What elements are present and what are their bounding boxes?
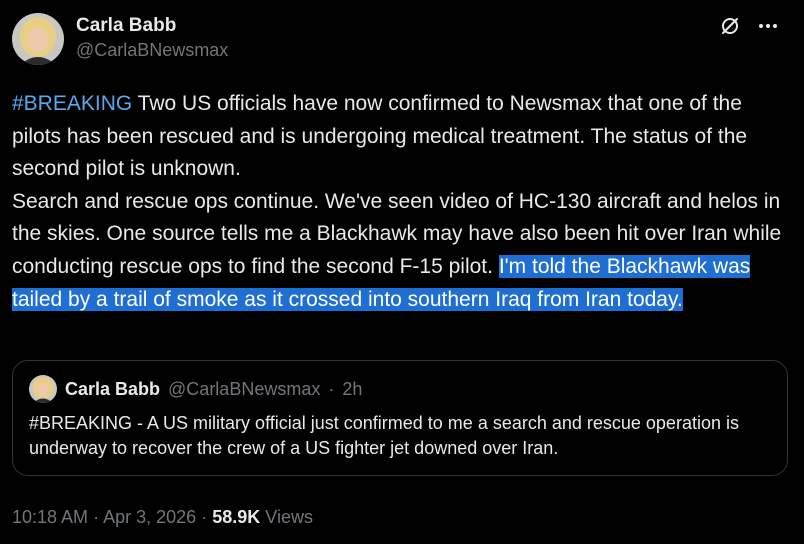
post-date[interactable]: Apr 3, 2026	[103, 507, 196, 527]
more-horizontal-icon[interactable]	[756, 14, 780, 38]
views-label: Views	[265, 507, 313, 527]
author-handle[interactable]: @CarlaBNewsmax	[76, 38, 228, 62]
quoted-author-avatar	[29, 375, 57, 403]
quoted-author-handle: @CarlaBNewsmax	[168, 379, 321, 399]
author-display-name[interactable]: Carla Babb	[76, 14, 228, 38]
avatar-image	[12, 13, 64, 65]
header-actions	[718, 14, 780, 38]
hashtag-link[interactable]: #BREAKING	[12, 92, 132, 115]
post-time[interactable]: 10:18 AM	[12, 507, 88, 527]
views-count: 58.9K	[212, 507, 261, 527]
author-names: Carla Babb @CarlaBNewsmax	[76, 14, 228, 62]
quoted-author-name: Carla Babb	[65, 379, 161, 399]
quoted-time: 2h	[342, 379, 363, 399]
footer-separator: ·	[201, 507, 208, 527]
quoted-tweet-text: #BREAKING - A US military official just …	[29, 413, 739, 458]
quoted-tweet-header: Carla Babb @CarlaBNewsmax · 2h	[29, 375, 362, 403]
quoted-tweet[interactable]: Carla Babb @CarlaBNewsmax · 2h #BREAKING…	[12, 360, 788, 476]
quoted-separator: ·	[328, 379, 335, 399]
author-avatar[interactable]	[12, 13, 64, 65]
grok-slash-circle-icon[interactable]	[718, 14, 742, 38]
footer-separator: ·	[93, 507, 100, 527]
tweet-body: #BREAKING Two US officials have now conf…	[12, 88, 792, 316]
tweet-header: Carla Babb @CarlaBNewsmax	[12, 12, 792, 66]
tweet-footer: 10:18 AM · Apr 3, 2026 · 58.9K Views	[12, 505, 313, 529]
